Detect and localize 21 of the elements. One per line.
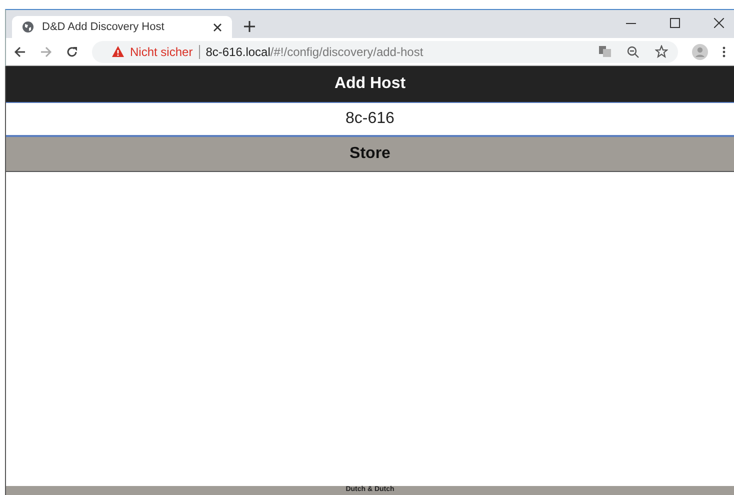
store-button[interactable]: Store	[6, 137, 734, 172]
reload-icon[interactable]	[66, 46, 78, 58]
menu-icon[interactable]	[722, 46, 726, 58]
globe-icon	[22, 21, 34, 33]
warning-icon	[112, 46, 124, 57]
avatar-icon[interactable]	[692, 44, 708, 60]
tab-title: D&D Add Discovery Host	[42, 21, 166, 33]
address-bar[interactable]: Nicht sicher 8c-616.local/#!/config/discovery/add-host	[92, 40, 678, 62]
translate-icon[interactable]	[599, 46, 611, 57]
page-header: Add Host	[6, 66, 734, 102]
maximize-icon[interactable]	[670, 18, 680, 28]
zoom-icon[interactable]	[627, 46, 639, 58]
browser-tab[interactable]: D&D Add Discovery Host	[12, 16, 232, 38]
star-icon[interactable]	[655, 45, 668, 58]
close-icon[interactable]	[714, 18, 724, 28]
back-icon[interactable]	[14, 46, 26, 58]
host-input[interactable]: 8c-616	[6, 102, 734, 137]
close-icon[interactable]	[213, 22, 222, 32]
url-text: 8c-616.local/#!/config/discovery/add-host	[206, 44, 424, 58]
new-tab-icon[interactable]	[244, 21, 255, 32]
security-warning: Nicht sicher	[130, 44, 193, 58]
